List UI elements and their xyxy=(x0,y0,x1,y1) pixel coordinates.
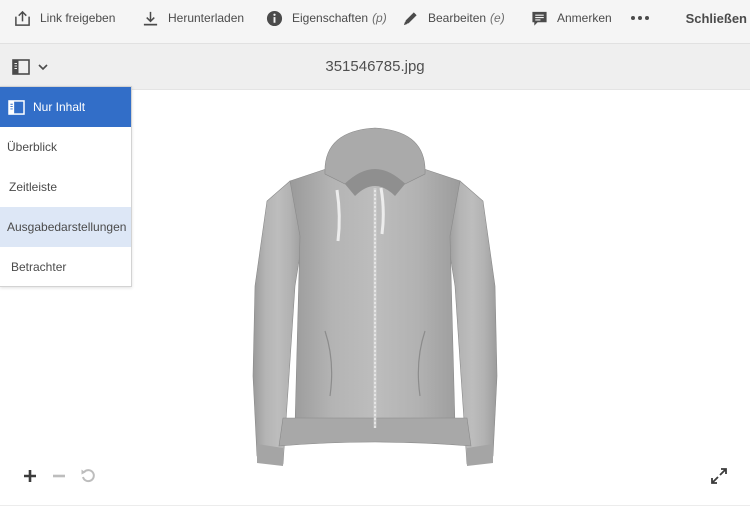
menu-item-content-only[interactable]: Nur Inhalt xyxy=(0,87,131,127)
reset-icon[interactable] xyxy=(80,467,96,484)
fullscreen-icon[interactable] xyxy=(710,467,728,485)
edit-label: Bearbeiten xyxy=(428,11,487,25)
panel-icon xyxy=(8,99,25,115)
properties-button[interactable]: Eigenschaften (p) xyxy=(266,0,387,36)
pencil-icon xyxy=(403,11,417,25)
download-button[interactable]: Herunterladen xyxy=(142,0,244,36)
menu-item-viewers[interactable]: Betrachter xyxy=(0,247,131,287)
rail-view-menu: Nur Inhalt Überblick Zeitleiste Ausgabed… xyxy=(0,86,132,287)
menu-item-label: Ausgabedarstellungen xyxy=(7,220,127,234)
menu-item-timeline[interactable]: Zeitleiste xyxy=(0,167,131,207)
share-icon xyxy=(15,10,30,26)
download-label: Herunterladen xyxy=(168,11,245,25)
annotate-button[interactable]: Anmerken xyxy=(531,0,612,36)
page-title: 351546785.jpg xyxy=(325,58,425,75)
menu-item-label: Überblick xyxy=(7,140,58,154)
close-button[interactable]: Schließen xyxy=(686,0,747,36)
menu-item-overview[interactable]: Überblick xyxy=(0,127,131,167)
more-icon xyxy=(631,16,635,20)
zoom-out-icon[interactable] xyxy=(51,468,67,484)
share-link-label: Link freigeben xyxy=(40,11,116,25)
properties-label: Eigenschaften xyxy=(292,11,369,25)
edit-shortcut: (e) xyxy=(490,11,505,25)
edit-button[interactable]: Bearbeiten (e) xyxy=(402,0,505,36)
download-icon xyxy=(143,11,158,25)
divider xyxy=(0,505,750,506)
more-button[interactable] xyxy=(631,0,652,36)
properties-shortcut: (p) xyxy=(372,11,387,25)
product-image xyxy=(252,127,498,466)
action-toolbar: Link freigeben Herunterladen Eigenschaft… xyxy=(0,0,750,44)
share-link-button[interactable]: Link freigeben xyxy=(14,0,115,36)
menu-item-label: Betrachter xyxy=(11,260,67,274)
title-bar: 351546785.jpg xyxy=(0,44,750,90)
more-icon-dot xyxy=(638,16,642,20)
menu-item-renditions[interactable]: Ausgabedarstellungen xyxy=(0,207,131,247)
comment-icon xyxy=(532,11,547,26)
menu-item-label: Zeitleiste xyxy=(9,180,58,194)
more-icon-dot xyxy=(645,16,649,20)
annotate-label: Anmerken xyxy=(557,11,612,25)
menu-item-label: Nur Inhalt xyxy=(33,100,86,114)
info-icon xyxy=(266,10,283,26)
zoom-in-icon[interactable] xyxy=(22,468,38,484)
